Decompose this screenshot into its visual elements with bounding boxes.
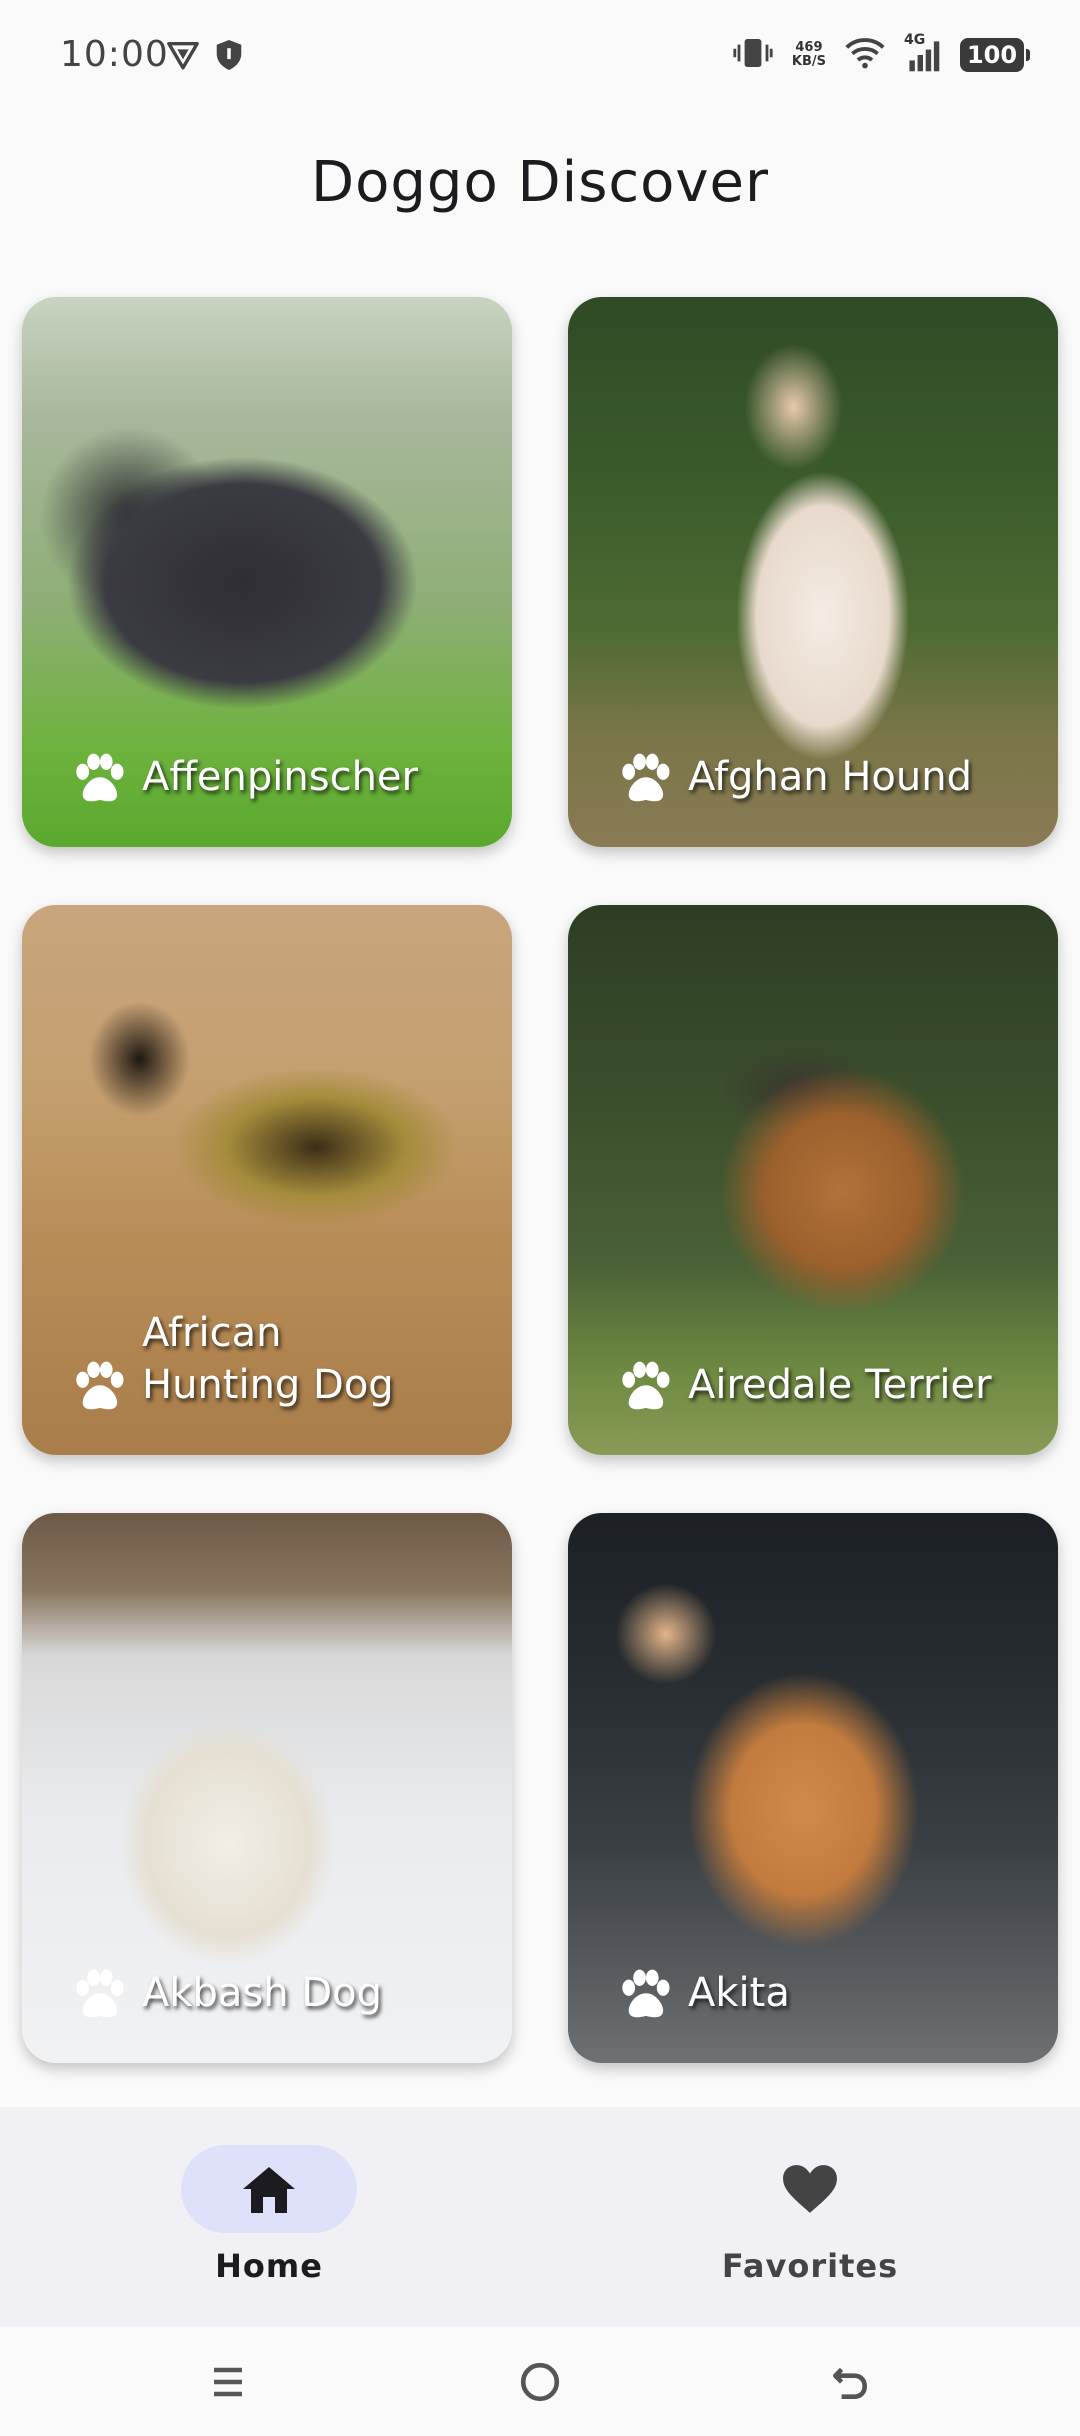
system-home-button[interactable]	[510, 2357, 570, 2407]
status-left-icons	[166, 38, 244, 76]
breed-card[interactable]: Airedale Terrier	[568, 905, 1058, 1455]
breed-card[interactable]: Affenpinscher	[22, 297, 512, 847]
breed-label: Akbash Dog	[70, 1967, 488, 2019]
paw-icon	[622, 1969, 670, 2018]
status-bar: 10:00 469 KB/S 4G 100	[0, 0, 1080, 116]
breed-label: Akita	[616, 1967, 1034, 2019]
paw-icon	[76, 1361, 124, 1410]
network-speed-unit: KB/S	[791, 54, 826, 69]
breed-card[interactable]: Akita	[568, 1513, 1058, 2063]
page-title: Doggo Discover	[310, 150, 770, 215]
network-speed-value: 469	[795, 40, 823, 55]
breed-name: Afghan Hound	[688, 754, 972, 800]
breed-card[interactable]: Akbash Dog	[22, 1513, 512, 2063]
menu-icon	[214, 2367, 242, 2397]
system-back-button[interactable]	[820, 2357, 880, 2407]
nav-favorites[interactable]: Favorites	[660, 2145, 960, 2285]
breed-label: Afghan Hound	[616, 751, 1034, 803]
battery-indicator: 100	[960, 38, 1030, 72]
breed-name: Akita	[688, 1970, 790, 2016]
breed-label: African Hunting Dog	[70, 1307, 488, 1411]
vpn-badge-icon	[166, 38, 200, 76]
back-icon	[832, 2367, 868, 2400]
breed-name: Airedale Terrier	[688, 1362, 992, 1408]
status-right-icons: 469 KB/S 4G 100	[732, 32, 1030, 74]
status-time: 10:00	[60, 34, 169, 75]
cellular-signal-icon: 4G	[904, 32, 942, 74]
paw-icon	[622, 753, 670, 802]
paw-icon	[76, 753, 124, 802]
paw-icon	[622, 1361, 670, 1410]
vibrate-icon	[732, 36, 774, 74]
breed-grid: Affenpinscher Afghan Hound African Hunti…	[22, 297, 1058, 2063]
breed-name: Affenpinscher	[142, 754, 418, 800]
shield-icon	[214, 38, 244, 76]
breed-card[interactable]: African Hunting Dog	[22, 905, 512, 1455]
home-icon	[243, 2167, 295, 2213]
breed-name: African Hunting Dog	[142, 1310, 394, 1408]
nav-indicator	[722, 2145, 898, 2233]
network-speed: 469 KB/S	[792, 41, 826, 69]
system-navigation-bar	[0, 2327, 1080, 2436]
system-recents-button[interactable]	[198, 2357, 258, 2407]
breed-label: Affenpinscher	[70, 751, 488, 803]
heart-icon	[783, 2165, 837, 2213]
nav-active-indicator	[181, 2145, 357, 2233]
nav-favorites-label: Favorites	[721, 2247, 899, 2285]
paw-icon	[76, 1969, 124, 2018]
nav-home[interactable]: Home	[119, 2145, 419, 2285]
nav-home-label: Home	[215, 2247, 323, 2285]
circle-icon	[520, 2362, 560, 2402]
breed-name: Akbash Dog	[142, 1970, 382, 2016]
breed-card[interactable]: Afghan Hound	[568, 297, 1058, 847]
bottom-navigation: Home Favorites	[0, 2107, 1080, 2327]
wifi-icon	[844, 36, 886, 74]
breed-label: Airedale Terrier	[616, 1359, 1034, 1411]
